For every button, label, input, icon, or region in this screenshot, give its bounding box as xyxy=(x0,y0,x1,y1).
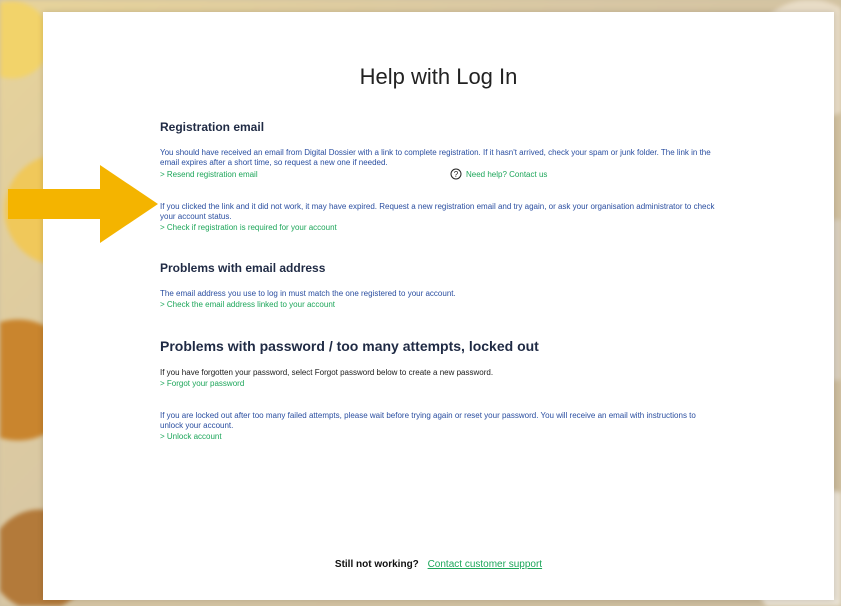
help-contact-label: Need help? Contact us xyxy=(466,169,548,179)
check-registration-link[interactable]: > Check if registration is required for … xyxy=(160,222,720,233)
locked-out-paragraph: If you are locked out after too many fai… xyxy=(160,411,696,430)
footer: Still not working? Contact customer supp… xyxy=(43,559,834,570)
email-section-title: Problems with email address xyxy=(160,261,326,275)
email-paragraph: The email address you use to log in must… xyxy=(160,289,456,298)
registration-section-title: Registration email xyxy=(160,120,265,134)
help-modal: Help with Log In Registration email You … xyxy=(43,12,834,600)
help-contact-link[interactable]: ? Need help? Contact us xyxy=(450,168,547,180)
registration-paragraph: You should have received an email from D… xyxy=(160,148,711,167)
unlock-account-link[interactable]: > Unlock account xyxy=(160,431,720,442)
check-email-link[interactable]: > Check the email address linked to your… xyxy=(160,299,720,310)
resend-registration-link[interactable]: > Resend registration email xyxy=(160,169,450,180)
registration-link-row: > Resend registration email ? Need help?… xyxy=(160,168,720,180)
svg-text:?: ? xyxy=(454,170,459,179)
footer-label: Still not working? xyxy=(334,559,419,570)
question-mark-icon: ? xyxy=(450,168,462,180)
contact-support-link[interactable]: Contact customer support xyxy=(428,559,543,570)
password-section-title: Problems with password / too many attemp… xyxy=(160,338,539,354)
registration-expired-paragraph: If you clicked the link and it did not w… xyxy=(160,202,715,221)
modal-title: Help with Log In xyxy=(359,64,518,89)
password-paragraph: If you have forgotten your password, sel… xyxy=(160,368,494,377)
forgot-password-link[interactable]: > Forgot your password xyxy=(160,378,720,389)
arrow-right-icon xyxy=(8,165,158,243)
help-content: Registration email You should have recei… xyxy=(160,120,720,442)
